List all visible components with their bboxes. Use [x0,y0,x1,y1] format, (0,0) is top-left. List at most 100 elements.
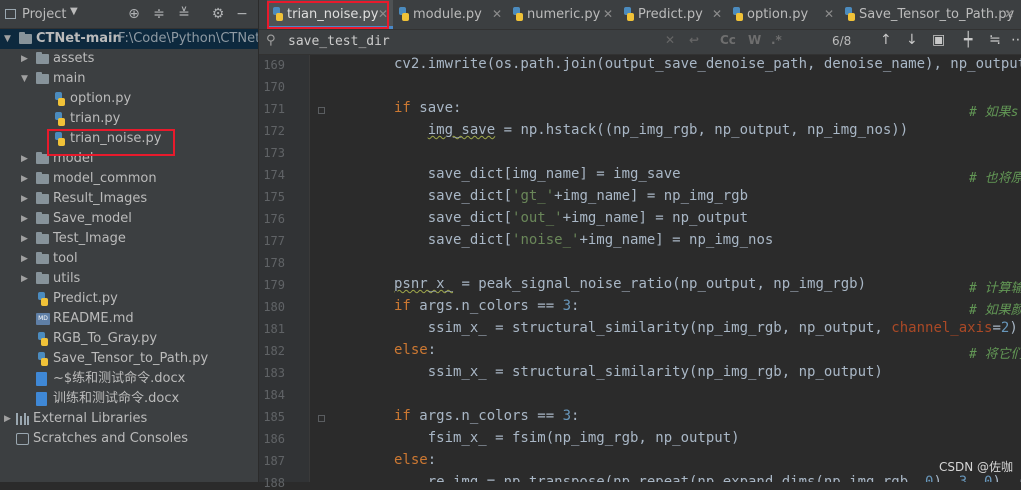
code-line[interactable]: save_dict['noise_'+img_name] = np_img_no… [394,232,774,248]
chevron-right-icon[interactable]: ▶ [21,169,28,189]
search-icon[interactable]: ⚲ [266,33,276,48]
docx-file-icon [36,392,47,406]
match-case-button[interactable]: Cc [720,33,736,47]
tree-item[interactable]: ▶ utils [0,269,258,289]
line-number: 188 [263,476,285,490]
tree-item[interactable]: ▶ model_common [0,169,258,189]
tree-item[interactable]: ▶ tool [0,249,258,269]
tree-item[interactable]: ▶ Test_Image [0,229,258,249]
expand-all-icon[interactable]: ≚ [175,5,193,23]
tree-item[interactable]: Scratches and Consoles [0,429,258,449]
close-icon[interactable]: ✕ [603,0,613,29]
project-panel-header: Project ▼ ⊕ ≑ ≚ ⚙ − [0,0,258,29]
tab-module-py[interactable]: module.py ✕ [393,0,507,29]
tree-item[interactable]: ▶ External Libraries [0,409,258,429]
code-line[interactable]: fsim_x_ = fsim(np_img_rgb, np_output) [394,430,740,446]
locate-icon[interactable]: ⊕ [125,5,143,23]
chevron-right-icon[interactable]: ▶ [21,149,28,169]
minimize-icon[interactable]: − [233,5,251,23]
close-icon[interactable]: ✕ [824,0,834,29]
project-panel-title[interactable]: Project [22,7,66,22]
code-line[interactable]: if args.n_colors == 3: [394,298,579,314]
gear-icon[interactable]: ⚙ [209,5,227,23]
tree-item-label: Predict.py [53,291,118,306]
chevron-right-icon[interactable]: ▶ [21,49,28,69]
regex-button[interactable]: .* [771,33,782,47]
line-number: 175 [263,190,285,204]
docx-file-icon [36,372,47,386]
history-icon[interactable]: ↩ [689,33,699,47]
tab-label: Save_Tensor_to_Path.py [859,7,1015,22]
code-line[interactable]: img_save = np.hstack((np_img_rgb, np_out… [394,122,908,138]
tree-item[interactable]: Predict.py [0,289,258,309]
code-line[interactable]: psnr_x_ = peak_signal_noise_ratio(np_out… [394,276,866,292]
code-comment: # 如果颜 [969,303,1021,318]
clear-icon[interactable]: ✕ [665,33,675,47]
chevron-right-icon[interactable]: ▶ [21,269,28,289]
line-number: 174 [263,168,285,182]
match-count: 6/8 [832,34,852,48]
code-line[interactable]: save_dict['out_'+img_name] = np_output [394,210,748,226]
tree-item-label: main [53,71,86,86]
code-line[interactable]: if args.n_colors == 3: [394,408,579,424]
chevron-right-icon[interactable]: ▶ [21,229,28,249]
project-panel: Project ▼ ⊕ ≑ ≚ ⚙ − ▼ CTNet-main F:\Code\P… [0,0,258,482]
python-file-icon [36,332,49,346]
tree-item[interactable]: trian.py [0,109,258,129]
code-line[interactable]: else: [394,342,436,358]
tab-highlight-box [267,1,389,29]
line-number: 183 [263,366,285,380]
code-line[interactable]: ssim_x_ = structural_similarity(np_img_r… [394,364,883,380]
project-view-icon [5,9,16,19]
code-line[interactable]: re_img = np.transpose(np.repeat(np.expan… [394,474,1021,482]
tree-item-label: README.md [53,311,134,326]
tree-item[interactable]: 训练和测试命令.docx [0,389,258,409]
line-number: 171 [263,102,285,116]
tab-option-py[interactable]: option.py ✕ [727,0,839,29]
close-icon[interactable]: ✕ [712,0,722,29]
tree-item-label: Save_model [53,211,132,226]
chevron-down-icon[interactable]: ▼ [4,29,11,49]
code-line[interactable]: save_dict['gt_'+img_name] = np_img_rgb [394,188,748,204]
chevron-right-icon[interactable]: ▶ [4,409,11,429]
previous-match-icon[interactable]: ↑ [880,32,892,48]
code-line[interactable]: save_dict[img_name] = img_save [394,166,681,182]
tree-item[interactable]: ▶ Result_Images [0,189,258,209]
code-comment: # 将它们 [969,347,1021,362]
code-editor[interactable]: cv2.imwrite(os.path.join(output_save_den… [310,55,1021,482]
tab-predict-py[interactable]: Predict.py ✕ [618,0,727,29]
next-match-icon[interactable]: ↓ [906,32,918,48]
close-icon[interactable]: ⋯ [1011,32,1021,48]
tree-item[interactable]: RGB_To_Gray.py [0,329,258,349]
chevron-right-icon[interactable]: ▶ [21,209,28,229]
whole-word-button[interactable]: W [748,33,761,47]
tree-item[interactable]: MD README.md [0,309,258,329]
chevron-down-icon[interactable]: ▼ [70,6,78,17]
tree-item[interactable]: ~$练和测试命令.docx [0,369,258,389]
close-icon[interactable]: ✕ [492,0,502,29]
folder-icon [36,72,49,84]
close-icon[interactable]: ✕ [1004,0,1014,29]
tab-numeric-py[interactable]: numeric.py ✕ [507,0,618,29]
collapse-all-icon[interactable]: ≑ [150,5,168,23]
add-selection-icon[interactable]: ┿ [964,32,972,48]
chevron-right-icon[interactable]: ▶ [21,189,28,209]
tree-item[interactable]: ▶ assets [0,49,258,69]
folder-icon [36,232,49,244]
line-number: 169 [263,58,285,72]
tab-save-tensor-to-path-py[interactable]: Save_Tensor_to_Path.py ✕ [839,0,1019,29]
tree-item[interactable]: ▼ main [0,69,258,89]
code-line[interactable]: else: [394,452,436,468]
chevron-right-icon[interactable]: ▶ [21,249,28,269]
tree-item[interactable]: ▼ CTNet-mainF:\Code\Python\CTNet\C [0,29,258,49]
tree-item[interactable]: Save_Tensor_to_Path.py [0,349,258,369]
code-line[interactable]: if save: [394,100,461,116]
remove-selection-icon[interactable]: ≒ [989,32,1001,48]
tree-item[interactable]: ▶ Save_model [0,209,258,229]
code-line[interactable]: cv2.imwrite(os.path.join(output_save_den… [394,56,1021,72]
chevron-down-icon[interactable]: ▼ [21,69,28,89]
search-input[interactable]: save_test_dir [288,34,390,49]
tree-item[interactable]: option.py [0,89,258,109]
select-all-occurrences-icon[interactable]: ▣ [932,32,945,48]
code-line[interactable]: ssim_x_ = structural_similarity(np_img_r… [394,320,1018,336]
